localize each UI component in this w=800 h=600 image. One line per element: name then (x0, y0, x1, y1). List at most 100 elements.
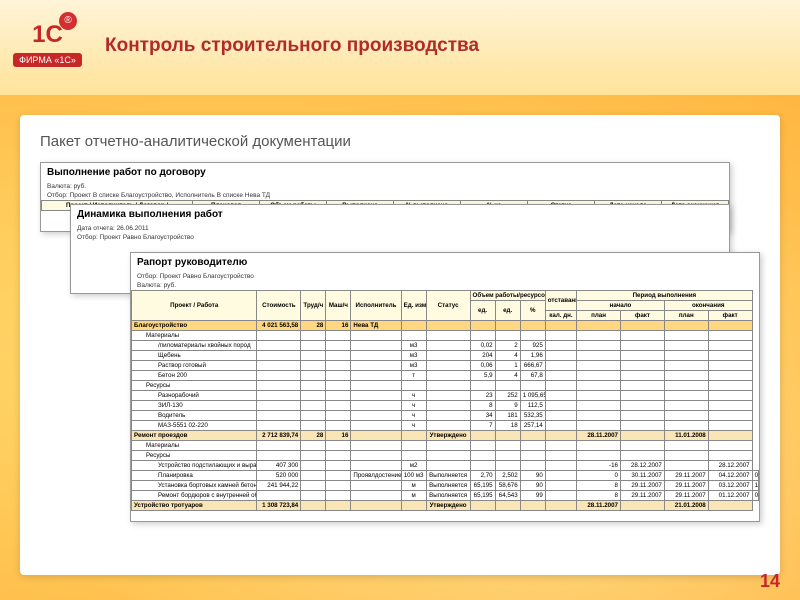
cell: т (401, 371, 426, 381)
cell (257, 421, 301, 431)
cell (257, 441, 301, 451)
cell: Установка бортовых камней бетонных при д… (132, 481, 257, 491)
cell (257, 331, 301, 341)
cell: ч (401, 421, 426, 431)
cell: Нева ТД (351, 321, 401, 331)
cell (664, 351, 708, 361)
cell (708, 391, 752, 401)
cell (351, 361, 401, 371)
table-row: Водительч34181532,35 (132, 411, 759, 421)
r3-h-status: Статус (426, 291, 470, 321)
cell (301, 351, 326, 361)
cell (426, 451, 470, 461)
cell (426, 441, 470, 451)
subtitle: Пакет отчетно-аналитической документации (40, 133, 760, 150)
cell: Проявлдостением (351, 471, 401, 481)
page-number: 14 (760, 571, 780, 592)
table-row: ЗИЛ-130ч89112,5 (132, 401, 759, 411)
cell (620, 361, 664, 371)
cell (620, 371, 664, 381)
cell: 23 (470, 391, 495, 401)
logo: 1C ® ФИРМА «1С» (10, 10, 85, 80)
cell (401, 431, 426, 441)
cell: 29.11.2007 (664, 491, 708, 501)
cell (545, 351, 576, 361)
cell: 0 (577, 471, 621, 481)
cell (620, 441, 664, 451)
cell: 16 (326, 431, 351, 441)
slide-title: Контроль строительного производства (105, 35, 479, 57)
cell (351, 501, 401, 511)
cell: Щебень (132, 351, 257, 361)
cell: 0,06 (470, 361, 495, 371)
cell: 407 300 (257, 461, 301, 471)
cell (664, 421, 708, 431)
cell (620, 421, 664, 431)
cell (326, 441, 351, 451)
cell: 12.12.2007 (752, 481, 758, 491)
cell: 8 (577, 491, 621, 501)
cell (426, 411, 470, 421)
cell (620, 391, 664, 401)
cell (426, 361, 470, 371)
cell (301, 361, 326, 371)
cell: м2 (401, 461, 426, 471)
cell: 520 000 (257, 471, 301, 481)
cell (495, 381, 520, 391)
cell: 03.12.2007 (708, 481, 752, 491)
cell (351, 421, 401, 431)
r3-h-lag: отставание/опережение (545, 291, 576, 311)
cell (545, 371, 576, 381)
cell (545, 431, 576, 441)
cell: ч (401, 401, 426, 411)
cell (257, 341, 301, 351)
cell: Выполняется (426, 491, 470, 501)
cell (708, 341, 752, 351)
cell: 34 (470, 411, 495, 421)
cell: ЗИЛ-130 (132, 401, 257, 411)
cell (545, 451, 576, 461)
cell (326, 401, 351, 411)
table-row: Бетон 200т5,9467,8 (132, 371, 759, 381)
cell: 100 м3 (401, 471, 426, 481)
cell: 2 712 839,74 (257, 431, 301, 441)
cell: 99 (520, 491, 545, 501)
r3-h-project: Проект / Работа (132, 291, 257, 321)
cell: 28 (301, 431, 326, 441)
cell: 7 (470, 421, 495, 431)
cell (520, 451, 545, 461)
cell (326, 461, 351, 471)
table-row: /пиломатериалы хвойных породм30,022925 (132, 341, 759, 351)
cell (301, 451, 326, 461)
r3-h-cost: Стоимость (257, 291, 301, 321)
cell (545, 491, 576, 501)
cell (326, 351, 351, 361)
cell (577, 421, 621, 431)
cell (351, 491, 401, 501)
cell (301, 381, 326, 391)
cell (301, 391, 326, 401)
cell: 204 (470, 351, 495, 361)
cell (301, 401, 326, 411)
cell (351, 371, 401, 381)
report3-filter: Отбор: Проект Равно Благоустройство (131, 272, 759, 281)
cell (520, 461, 545, 471)
cell (351, 441, 401, 451)
cell (520, 331, 545, 341)
cell: ч (401, 411, 426, 421)
cell (620, 401, 664, 411)
cell (326, 391, 351, 401)
cell: Утверждено (426, 501, 470, 511)
cell: Ремонт бордюров с внутренней обвязкой (132, 491, 257, 501)
cell (577, 371, 621, 381)
cell (326, 381, 351, 391)
cell: 65,195 (470, 491, 495, 501)
report2-date: Дата отчета: 26.06.2011 (71, 224, 729, 233)
cell: 181 (495, 411, 520, 421)
cell (351, 401, 401, 411)
r3-h-ed2: ед. (495, 301, 520, 321)
cell: 8 (470, 401, 495, 411)
cell (577, 361, 621, 371)
table-row: Раствор готовыйм30,061666,67 (132, 361, 759, 371)
cell: 90 (520, 471, 545, 481)
